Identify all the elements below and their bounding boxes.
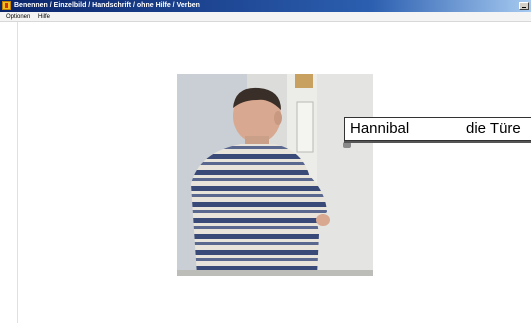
- title-bar: Benennen / Einzelbild / Handschrift / oh…: [0, 0, 531, 12]
- answer-box: Hannibal die Türe: [344, 117, 531, 141]
- answer-noun: die Türe: [466, 120, 521, 137]
- photo-illustration: [177, 74, 373, 276]
- menu-help[interactable]: Hilfe: [38, 12, 50, 22]
- window-title: Benennen / Einzelbild / Handschrift / oh…: [14, 2, 200, 9]
- answer-name: Hannibal: [350, 120, 410, 137]
- menu-bar: Optionen Hilfe: [0, 12, 531, 22]
- window-divider: [17, 22, 18, 323]
- minimize-button[interactable]: [519, 2, 529, 10]
- exercise-photo: [177, 74, 373, 276]
- app-icon: [2, 1, 11, 10]
- menu-options[interactable]: Optionen: [6, 12, 30, 22]
